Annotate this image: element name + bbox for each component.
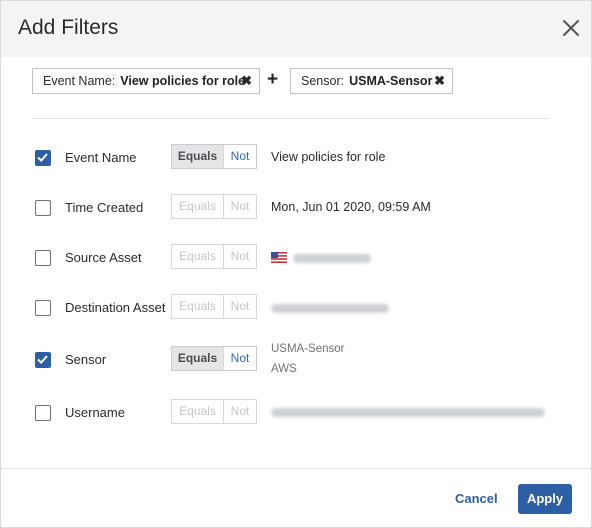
destination-asset-checkbox[interactable] xyxy=(35,300,51,316)
equals-option[interactable]: Equals xyxy=(172,400,224,423)
redacted-value xyxy=(293,254,371,263)
not-option[interactable]: Not xyxy=(224,347,256,370)
filter-chip-event-name: Event Name: View policies for role ✖ xyxy=(32,68,260,94)
row-label: Username xyxy=(65,405,125,420)
row-label: Sensor xyxy=(65,352,107,367)
chip-key: Sensor: xyxy=(301,74,345,88)
redacted-value xyxy=(271,408,545,417)
row-label: Event Name xyxy=(65,150,137,165)
footer-divider xyxy=(1,468,591,469)
row-label: Destination Asset xyxy=(65,300,166,315)
event-name-checkbox[interactable] xyxy=(35,150,51,166)
not-option[interactable]: Not xyxy=(224,400,256,423)
not-option[interactable]: Not xyxy=(224,145,256,168)
equals-option[interactable]: Equals xyxy=(172,245,224,268)
operator-toggle: Equals Not xyxy=(171,194,257,219)
sensor-checkbox[interactable] xyxy=(35,352,51,368)
equals-option[interactable]: Equals xyxy=(172,195,224,218)
operator-toggle: Equals Not xyxy=(171,346,257,371)
dialog-header: Add Filters xyxy=(1,1,591,57)
operator-toggle: Equals Not xyxy=(171,294,257,319)
close-icon[interactable] xyxy=(560,17,582,39)
filter-chip-sensor: Sensor: USMA-Sensor ✖ xyxy=(290,68,453,94)
row-value: USMA-Sensor xyxy=(271,343,345,355)
divider xyxy=(32,118,549,119)
row-label: Time Created xyxy=(65,200,144,215)
chip-key: Event Name: xyxy=(43,74,116,88)
not-option[interactable]: Not xyxy=(224,295,256,318)
equals-option[interactable]: Equals xyxy=(172,295,224,318)
apply-button[interactable]: Apply xyxy=(518,484,572,514)
filter-row-sensor: Sensor Equals Not USMA-Sensor AWS xyxy=(1,343,591,375)
row-label: Source Asset xyxy=(65,250,142,265)
plus-icon: + xyxy=(267,69,279,90)
source-asset-checkbox[interactable] xyxy=(35,250,51,266)
remove-chip-icon[interactable]: ✖ xyxy=(434,69,445,93)
cancel-button[interactable]: Cancel xyxy=(455,491,498,506)
filter-row-time-created: Time Created Equals Not Mon, Jun 01 2020… xyxy=(1,193,591,223)
remove-chip-icon[interactable]: ✖ xyxy=(241,69,252,93)
filter-row-username: Username Equals Not xyxy=(1,398,591,428)
filter-row-event-name: Event Name Equals Not View policies for … xyxy=(1,143,591,173)
operator-toggle: Equals Not xyxy=(171,144,257,169)
not-option[interactable]: Not xyxy=(224,245,256,268)
row-value-secondary: AWS xyxy=(271,363,297,375)
add-filters-dialog: Add Filters Event Name: View policies for… xyxy=(0,0,592,528)
not-option[interactable]: Not xyxy=(224,195,256,218)
us-flag-icon xyxy=(271,252,287,263)
username-checkbox[interactable] xyxy=(35,405,51,421)
operator-toggle: Equals Not xyxy=(171,399,257,424)
time-created-checkbox[interactable] xyxy=(35,200,51,216)
chip-value: USMA-Sensor xyxy=(349,74,433,88)
dialog-title: Add Filters xyxy=(18,16,119,39)
filter-row-source-asset: Source Asset Equals Not xyxy=(1,243,591,273)
chip-value: View policies for role xyxy=(120,74,246,88)
filter-row-destination-asset: Destination Asset Equals Not xyxy=(1,293,591,323)
operator-toggle: Equals Not xyxy=(171,244,257,269)
row-value: View policies for role xyxy=(271,150,386,164)
redacted-value xyxy=(271,304,389,313)
equals-option[interactable]: Equals xyxy=(172,145,224,168)
equals-option[interactable]: Equals xyxy=(172,347,224,370)
row-value: Mon, Jun 01 2020, 09:59 AM xyxy=(271,200,431,214)
